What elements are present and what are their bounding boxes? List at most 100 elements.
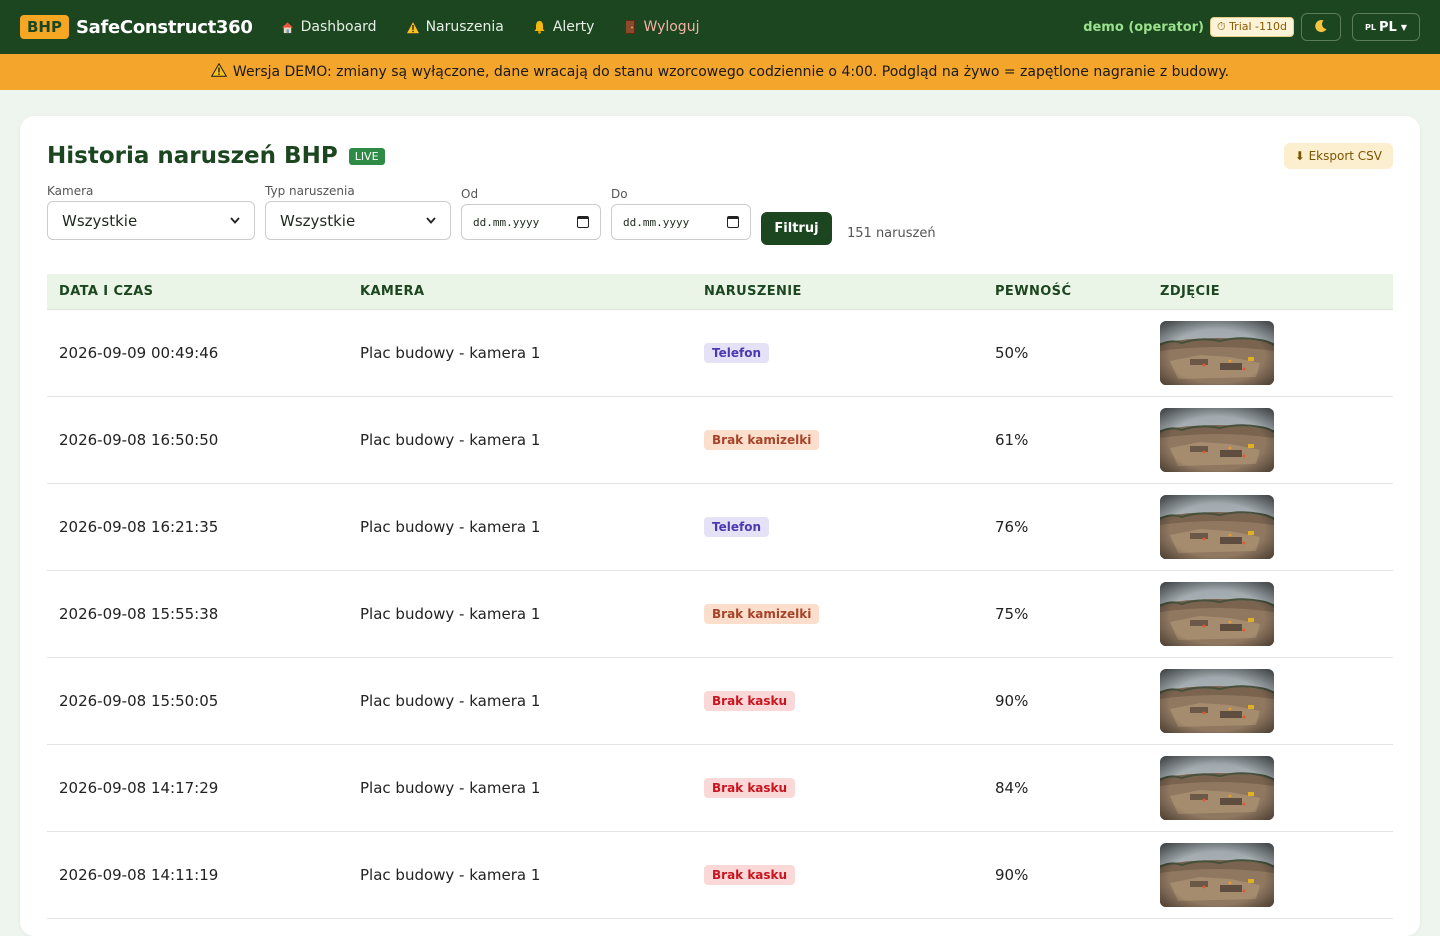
table-row[interactable]: 2026-09-08 14:17:29 Plac budowy - kamera…	[47, 745, 1393, 832]
column-header-datetime[interactable]: DATA I CZAS	[47, 284, 348, 299]
cell-violation: Brak kasku	[692, 865, 983, 885]
cell-confidence: 61%	[995, 431, 1029, 449]
nav-link-logout[interactable]: Wyloguj	[623, 19, 699, 35]
camera-filter: Kamera Wszystkie	[47, 184, 255, 240]
date-from-placeholder: dd.mm.yyyy	[473, 215, 540, 229]
snapshot-thumbnail[interactable]	[1160, 669, 1393, 733]
violation-tag: Brak kasku	[704, 691, 796, 711]
cell-photo	[1148, 756, 1393, 820]
cell-camera: Plac budowy - kamera 1	[360, 518, 541, 536]
table-row[interactable]: 2026-09-08 15:50:05 Plac budowy - kamera…	[47, 658, 1393, 745]
column-header-photo: ZDJĘCIE	[1160, 284, 1220, 299]
caret-down-icon: ▼	[1400, 22, 1407, 32]
cell-violation: Brak kamizelki	[692, 430, 983, 450]
date-from-input[interactable]: dd.mm.yyyy	[461, 204, 601, 240]
cell-confidence: 90%	[995, 866, 1029, 884]
filter-button[interactable]: Filtruj	[761, 212, 832, 245]
cell-datetime: 2026-09-08 16:21:35	[59, 518, 219, 536]
cell-confidence: 84%	[995, 779, 1029, 797]
cell-camera: Plac budowy - kamera 1	[360, 431, 541, 449]
cell-photo	[1148, 321, 1393, 385]
table-row[interactable]: 2026-09-08 14:11:19 Plac budowy - kamera…	[47, 832, 1393, 919]
column-header-camera[interactable]: KAMERA	[348, 284, 692, 299]
filter-bar: Kamera Wszystkie Typ naruszenia Wszystki…	[47, 184, 1393, 258]
brand-logo[interactable]: BHP SafeConstruct360	[20, 15, 253, 39]
date-to-input[interactable]: dd.mm.yyyy	[611, 204, 751, 240]
table-row[interactable]: 2026-09-09 00:49:46 Plac budowy - kamera…	[47, 310, 1393, 397]
user-label: demo (operator)	[1083, 19, 1204, 35]
cell-confidence: 90%	[995, 692, 1029, 710]
nav-right: demo (operator) ⏱ Trial -110d PL PL ▼	[1083, 13, 1420, 41]
camera-filter-label: Kamera	[47, 184, 94, 198]
table-row[interactable]: 2026-09-08 16:21:35 Plac budowy - kamera…	[47, 484, 1393, 571]
snapshot-thumbnail[interactable]	[1160, 321, 1393, 385]
table-body: 2026-09-09 00:49:46 Plac budowy - kamera…	[47, 310, 1393, 919]
house-icon	[281, 20, 295, 34]
live-badge: LIVE	[348, 147, 385, 165]
cell-photo	[1148, 408, 1393, 472]
top-navbar: BHP SafeConstruct360 Dashboard Naruszeni…	[0, 0, 1440, 54]
nav-link-label: Naruszenia	[425, 19, 504, 35]
theme-toggle-button[interactable]	[1301, 13, 1341, 41]
nav-link-violations[interactable]: Naruszenia	[405, 19, 504, 35]
demo-banner: Wersja DEMO: zmiany są wyłączone, dane w…	[0, 54, 1440, 90]
date-to-placeholder: dd.mm.yyyy	[623, 215, 690, 229]
table-row[interactable]: 2026-09-08 16:50:50 Plac budowy - kamera…	[47, 397, 1393, 484]
nav-link-dashboard[interactable]: Dashboard	[281, 19, 377, 35]
snapshot-thumbnail[interactable]	[1160, 756, 1393, 820]
violation-tag: Brak kasku	[704, 865, 796, 885]
cell-datetime: 2026-09-08 14:11:19	[59, 866, 219, 884]
table-row[interactable]: 2026-09-08 15:55:38 Plac budowy - kamera…	[47, 571, 1393, 658]
cell-confidence: 50%	[995, 344, 1029, 362]
cell-photo	[1148, 582, 1393, 646]
cell-datetime: 2026-09-09 00:49:46	[59, 344, 219, 362]
table-header: DATA I CZAS KAMERA NARUSZENIE PEWNOŚĆ ZD…	[47, 274, 1393, 310]
nav-link-alerts[interactable]: Alerty	[533, 19, 595, 35]
cell-camera: Plac budowy - kamera 1	[360, 866, 541, 884]
export-csv-button[interactable]: ⬇ Eksport CSV	[1283, 143, 1393, 169]
snapshot-thumbnail[interactable]	[1160, 495, 1393, 559]
date-from-filter: Od dd.mm.yyyy	[461, 187, 601, 240]
cell-camera: Plac budowy - kamera 1	[360, 605, 541, 623]
cell-photo	[1148, 495, 1393, 559]
cell-camera: Plac budowy - kamera 1	[360, 692, 541, 710]
cell-camera: Plac budowy - kamera 1	[360, 779, 541, 797]
cell-violation: Telefon	[692, 517, 983, 537]
nav-link-label: Alerty	[552, 19, 595, 35]
camera-select[interactable]: Wszystkie	[47, 201, 255, 240]
cell-datetime: 2026-09-08 15:50:05	[59, 692, 219, 710]
brand-badge: BHP	[20, 15, 69, 39]
violation-tag: Brak kasku	[704, 778, 796, 798]
type-filter-label: Typ naruszenia	[265, 184, 355, 198]
cell-confidence: 75%	[995, 605, 1029, 623]
cell-violation: Brak kasku	[692, 778, 983, 798]
date-to-filter: Do dd.mm.yyyy	[611, 187, 751, 240]
violation-tag: Brak kamizelki	[704, 430, 820, 450]
snapshot-thumbnail[interactable]	[1160, 582, 1393, 646]
snapshot-thumbnail[interactable]	[1160, 408, 1393, 472]
language-label: PL	[1379, 19, 1397, 35]
violation-tag: Telefon	[704, 517, 769, 537]
type-filter: Typ naruszenia Wszystkie	[265, 184, 451, 240]
column-header-confidence[interactable]: PEWNOŚĆ	[983, 284, 1148, 299]
cell-confidence: 76%	[995, 518, 1029, 536]
calendar-icon	[577, 216, 589, 228]
violation-tag: Telefon	[704, 343, 769, 363]
page-title: Historia naruszeń BHP	[47, 143, 338, 169]
cell-violation: Brak kamizelki	[692, 604, 983, 624]
type-select-value: Wszystkie	[280, 211, 356, 230]
cell-datetime: 2026-09-08 14:17:29	[59, 779, 219, 797]
column-header-violation[interactable]: NARUSZENIE	[692, 284, 983, 299]
nav-link-label: Wyloguj	[643, 19, 700, 35]
trial-badge: ⏱ Trial -110d	[1210, 17, 1294, 37]
cell-photo	[1148, 669, 1393, 733]
cell-datetime: 2026-09-08 15:55:38	[59, 605, 219, 623]
language-dropdown[interactable]: PL PL ▼	[1352, 13, 1420, 41]
snapshot-thumbnail[interactable]	[1160, 843, 1393, 907]
chevron-down-icon	[426, 214, 436, 227]
camera-select-value: Wszystkie	[62, 211, 138, 230]
violation-type-select[interactable]: Wszystkie	[265, 201, 451, 240]
cell-photo	[1148, 843, 1393, 907]
date-from-label: Od	[461, 187, 479, 201]
brand-name: SafeConstruct360	[75, 16, 253, 38]
